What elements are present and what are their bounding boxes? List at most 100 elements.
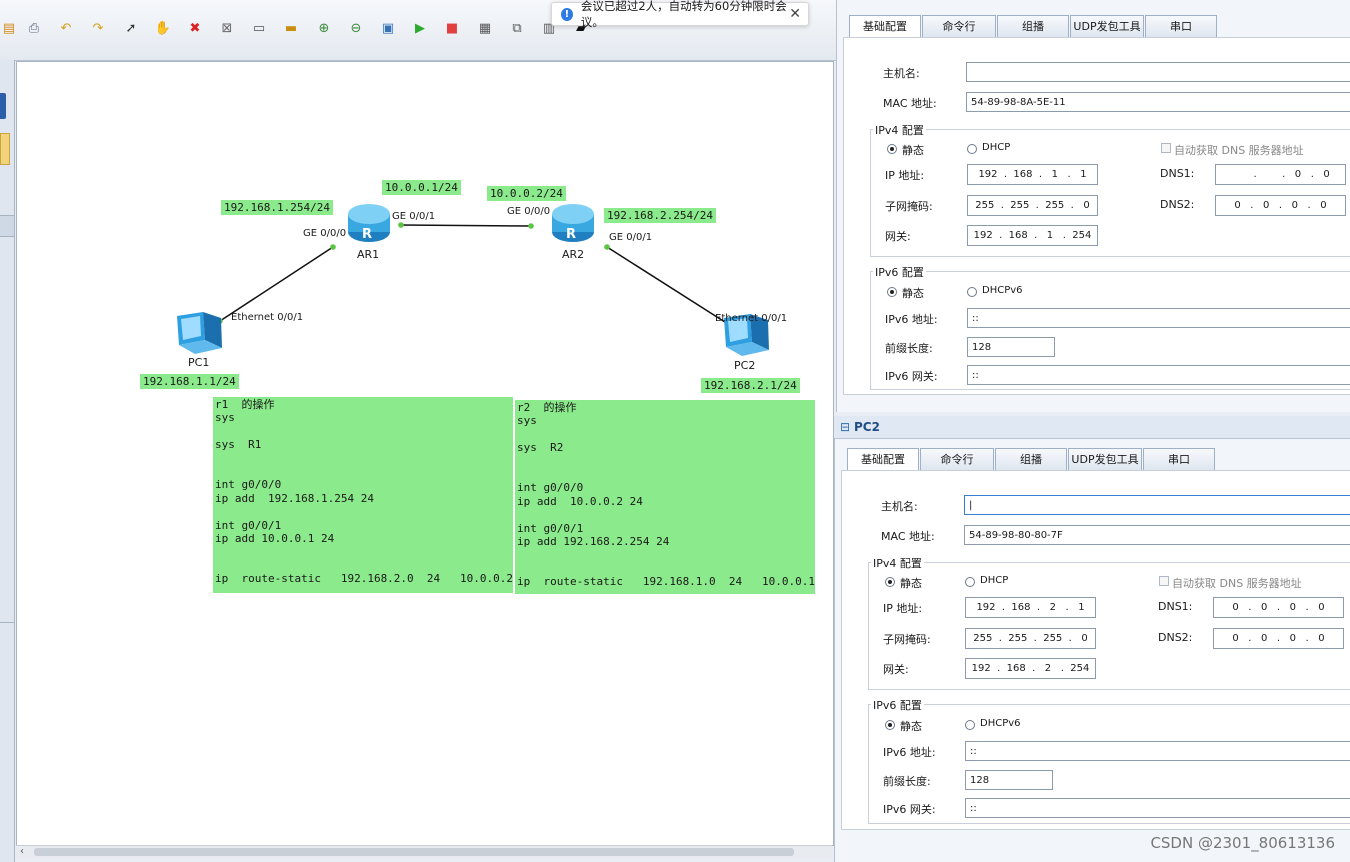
delete-icon[interactable]: ✖	[186, 19, 204, 37]
dns1-input[interactable]: . . 0 . 0	[1215, 164, 1346, 185]
dhcp-radio[interactable]	[967, 144, 977, 154]
label-pc1-ip[interactable]: 192.168.1.1/24	[140, 374, 239, 389]
dns2-input[interactable]: 0 . 0 . 0 . 0	[1215, 195, 1346, 216]
label-ar2-ge000-ip[interactable]: 10.0.0.2/24	[487, 186, 566, 201]
port-dot	[528, 223, 534, 229]
label-ar1-ge000-ip[interactable]: 192.168.1.254/24	[221, 200, 333, 215]
topology-canvas[interactable]: R R 192.168.1.254/24 10.0.0.1/24 10.0.0.…	[16, 61, 834, 846]
tab-multicast[interactable]: 组播	[997, 15, 1069, 38]
pc2-config-panel: 基础配置 命令行 组播 UDP发包工具 串口 主机名: | MAC 地址: 54…	[834, 439, 1350, 862]
hostname-label: 主机名:	[881, 500, 918, 513]
horizontal-scrollbar[interactable]: ‹	[16, 845, 832, 859]
prefix-length-input[interactable]: 128	[967, 337, 1055, 357]
static-radio[interactable]	[887, 144, 897, 154]
scrollbar-thumb[interactable]	[34, 848, 794, 856]
static-v6-label: 静态	[900, 720, 922, 733]
router-ar2-icon[interactable]: R	[552, 204, 594, 242]
mask-input[interactable]: 255 . 255 . 255 . 0	[965, 628, 1096, 649]
auto-dns-label: 自动获取 DNS 服务器地址	[1174, 144, 1304, 157]
pc-window-icon: ⊟	[840, 420, 851, 434]
router-ar1-icon[interactable]: R	[348, 204, 390, 242]
pc1-config-panel: 基础配置 命令行 组播 UDP发包工具 串口 主机名: MAC 地址: 54-8…	[836, 0, 1350, 412]
dhcp-radio[interactable]	[965, 577, 975, 587]
text-icon[interactable]: ▭	[250, 19, 268, 37]
ip-input[interactable]: 192 . 168 . 2 . 1	[965, 597, 1096, 618]
prefix-length-input[interactable]: 128	[965, 770, 1053, 790]
label-ar2-ge001-ip[interactable]: 192.168.2.254/24	[604, 208, 716, 223]
link-pc1-ar1[interactable]	[219, 246, 334, 322]
delete-link-icon[interactable]: ⊠	[218, 19, 236, 37]
dhcpv6-radio[interactable]	[967, 287, 977, 297]
mask-label: 子网掩码:	[883, 633, 931, 646]
ipv6-gateway-input[interactable]: ::	[965, 798, 1350, 818]
zoom-out-icon[interactable]: ⊖	[347, 19, 365, 37]
gateway-input[interactable]: 192 . 168 . 2 . 254	[965, 658, 1096, 679]
tab-command-line[interactable]: 命令行	[920, 448, 994, 471]
fit-icon[interactable]: ▣	[379, 19, 397, 37]
pointer-icon[interactable]: ➚	[122, 19, 140, 37]
tab-multicast[interactable]: 组播	[995, 448, 1067, 471]
static-v6-radio[interactable]	[887, 287, 897, 297]
capture-icon[interactable]: ▦	[476, 19, 494, 37]
topology-icon[interactable]: ⧉	[508, 19, 526, 37]
redo-icon[interactable]: ↷	[89, 19, 107, 37]
mask-input[interactable]: 255 . 255 . 255 . 0	[967, 195, 1098, 216]
label-pc2-ip[interactable]: 192.168.2.1/24	[701, 378, 800, 393]
hand-icon[interactable]: ✋	[154, 19, 172, 37]
tab-serial[interactable]: 串口	[1145, 15, 1217, 38]
ipv6-address-input[interactable]: ::	[965, 741, 1350, 761]
ipv6-gateway-input[interactable]: ::	[967, 365, 1350, 385]
save-icon[interactable]: ▤	[0, 19, 18, 37]
port-ar2-ge000: GE 0/0/0	[507, 206, 551, 217]
note-r2-commands[interactable]: r2 的操作 sys sys R2 int g0/0/0 ip add 10.0…	[515, 400, 815, 594]
dns2-input[interactable]: 0 . 0 . 0 . 0	[1213, 628, 1344, 649]
static-v6-radio[interactable]	[885, 720, 895, 730]
pc2-window-titlebar[interactable]: ⊟ PC2	[834, 416, 1350, 439]
auto-dns-checkbox[interactable]	[1159, 576, 1169, 586]
start-icon[interactable]: ▶	[411, 19, 429, 37]
link-ar2-pc2[interactable]	[606, 246, 729, 325]
link-ar1-ar2[interactable]	[400, 224, 532, 227]
tab-udp-tool[interactable]: UDP发包工具	[1070, 15, 1144, 38]
dns1-input[interactable]: 0 . 0 . 0 . 0	[1213, 597, 1344, 618]
static-label: 静态	[900, 577, 922, 590]
dns1-label: DNS1:	[1160, 167, 1195, 180]
rectangle-icon[interactable]: ▬	[282, 19, 300, 37]
pc1-icon[interactable]	[177, 312, 222, 354]
gateway-input[interactable]: 192 . 168 . 1 . 254	[967, 225, 1098, 246]
ipv6-address-input[interactable]: ::	[967, 308, 1350, 328]
sidebar-section-header	[0, 215, 14, 237]
stop-icon[interactable]: ■	[443, 19, 461, 37]
ip-input[interactable]: 192 . 168 . 1 . 1	[967, 164, 1098, 185]
dhcpv6-radio[interactable]	[965, 720, 975, 730]
tab-udp-tool[interactable]: UDP发包工具	[1068, 448, 1142, 471]
mac-input[interactable]: 54-89-98-8A-5E-11	[966, 92, 1350, 112]
port-pc1-eth: Ethernet 0/0/1	[231, 312, 304, 323]
hostname-input[interactable]	[966, 62, 1350, 82]
dns2-label: DNS2:	[1160, 198, 1195, 211]
tab-basic-config[interactable]: 基础配置	[847, 448, 919, 471]
close-icon[interactable]: ✕	[789, 6, 801, 22]
tab-basic-config[interactable]: 基础配置	[849, 15, 921, 38]
port-ar1-ge000: GE 0/0/0	[303, 228, 347, 239]
auto-dns-checkbox[interactable]	[1161, 143, 1171, 153]
dhcpv6-label: DHCPv6	[980, 718, 1021, 729]
zoom-in-icon[interactable]: ⊕	[315, 19, 333, 37]
note-r1-commands[interactable]: r1 的操作 sys sys R1 int g0/0/0 ip add 192.…	[213, 397, 513, 593]
tab-command-line[interactable]: 命令行	[922, 15, 996, 38]
label-ar1-ge001-ip[interactable]: 10.0.0.1/24	[382, 180, 461, 195]
pc1-form: 主机名: MAC 地址: 54-89-98-8A-5E-11 IPv4 配置 静…	[843, 37, 1350, 395]
hostname-input[interactable]: |	[964, 495, 1350, 515]
mac-input[interactable]: 54-89-98-80-80-7F	[964, 525, 1350, 545]
gateway-label: 网关:	[885, 230, 911, 243]
scroll-left-icon[interactable]: ‹	[20, 846, 24, 857]
static-label: 静态	[902, 144, 924, 157]
sidebar-folder-icon[interactable]	[0, 133, 10, 165]
undo-icon[interactable]: ↶	[57, 19, 75, 37]
svg-text:R: R	[362, 227, 372, 242]
print-icon[interactable]: ⎙	[25, 19, 43, 37]
static-radio[interactable]	[885, 577, 895, 587]
pc1-tabs: 基础配置 命令行 组播 UDP发包工具 串口	[849, 15, 1218, 38]
tab-serial[interactable]: 串口	[1143, 448, 1215, 471]
sidebar-device-icon[interactable]	[0, 93, 6, 119]
